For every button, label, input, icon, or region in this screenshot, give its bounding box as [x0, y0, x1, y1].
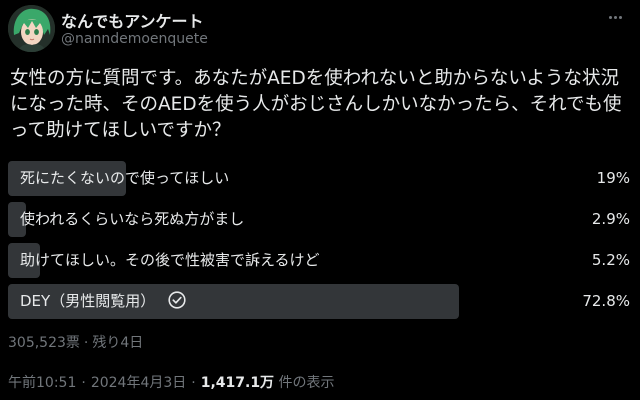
views-label: 件の表示	[278, 375, 335, 391]
poll-option-percent: 5.2%	[591, 251, 630, 269]
author-handle[interactable]: @nanndemoenquete	[61, 31, 208, 47]
check-circle-icon	[168, 291, 186, 309]
poll-vote-count: 305,523票	[8, 335, 80, 351]
more-horizontal-icon[interactable]	[604, 7, 626, 27]
tweet-text: 女性の方に質問です。あなたがAEDを使われないと助からないような状況 になった時…	[10, 68, 622, 141]
poll-option-percent: 72.8%	[582, 292, 630, 310]
poll-option: 使われるくらいなら死ぬ方がまし 2.9%	[8, 202, 632, 237]
timestamp-separator: ·	[81, 375, 86, 391]
poll-option-winner: DEY（男性閲覧用） 72.8%	[8, 284, 632, 319]
views-count[interactable]: 1,417.1万	[201, 375, 274, 391]
poll-option-label: DEY（男性閲覧用）	[20, 292, 156, 310]
tweet-time[interactable]: 午前10:51	[8, 375, 76, 391]
poll-meta: 305,523票 · 残り4日	[8, 332, 143, 352]
author-display-name[interactable]: なんでもアンケート	[61, 8, 204, 32]
poll-option-label: 死にたくないので使ってほしい	[20, 169, 230, 187]
poll-time-remaining: 残り4日	[92, 335, 144, 351]
tweet-timestamp-row: 午前10:51 · 2024年4月3日 · 1,417.1万 件の表示	[8, 372, 335, 392]
poll-option: 助けてほしい。その後で性被害で訴えるけど 5.2%	[8, 243, 632, 278]
poll-option-label: 助けてほしい。その後で性被害で訴えるけど	[20, 251, 320, 269]
poll-option-percent: 2.9%	[591, 210, 630, 228]
poll-meta-separator: ·	[83, 335, 89, 351]
tweet-date[interactable]: 2024年4月3日	[91, 375, 186, 391]
poll: 死にたくないので使ってほしい 19% 使われるくらいなら死ぬ方がまし 2.9% …	[8, 161, 632, 325]
poll-option-percent: 19%	[596, 169, 630, 187]
timestamp-separator: ·	[191, 375, 196, 391]
poll-option-label-wrap: DEY（男性閲覧用）	[20, 284, 186, 319]
tweet-header: なんでもアンケート @nanndemoenquete	[8, 5, 632, 55]
avatar[interactable]	[8, 5, 55, 52]
anime-character-avatar-icon	[8, 5, 55, 52]
poll-option: 死にたくないので使ってほしい 19%	[8, 161, 632, 196]
poll-option-label: 使われるくらいなら死ぬ方がまし	[20, 210, 245, 228]
